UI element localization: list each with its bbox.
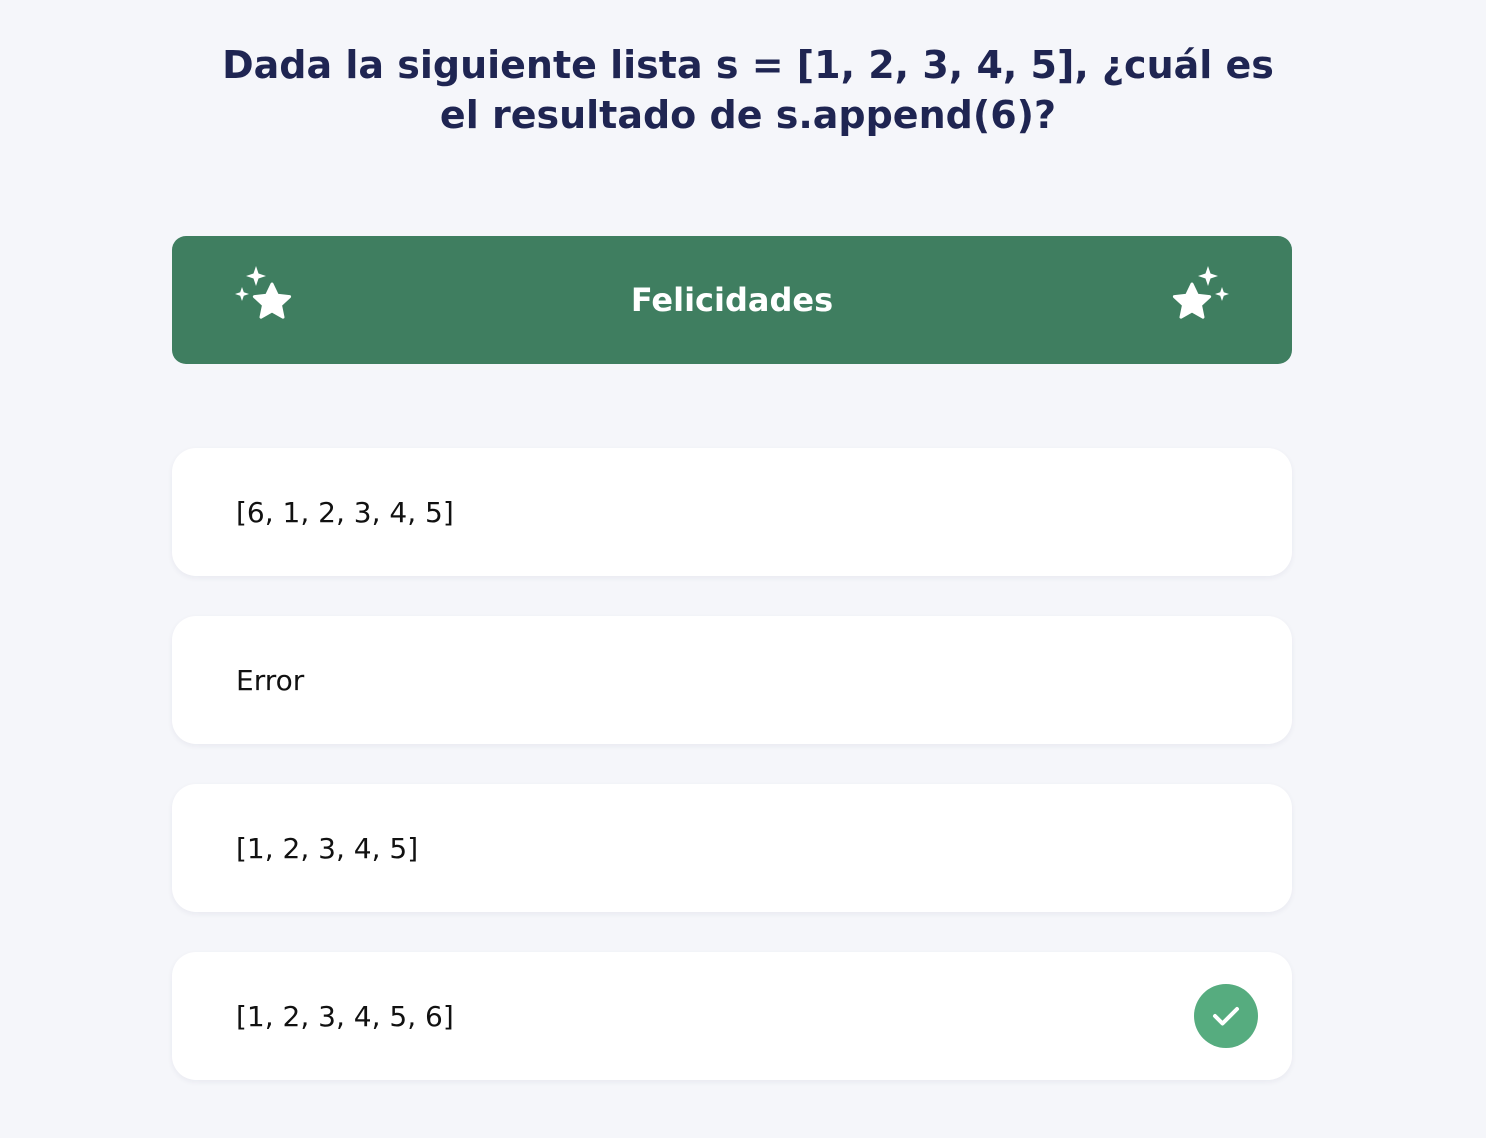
answer-option[interactable]: [6, 1, 2, 3, 4, 5]	[172, 448, 1292, 576]
sparkle-star-icon	[235, 266, 292, 319]
answer-option[interactable]: Error	[172, 616, 1292, 744]
answer-option-correct[interactable]: [1, 2, 3, 4, 5, 6]	[172, 952, 1292, 1080]
answer-option-label: [1, 2, 3, 4, 5, 6]	[236, 999, 454, 1033]
banner-title: Felicidades	[630, 281, 834, 319]
question-title: Dada la siguiente lista s = [1, 2, 3, 4,…	[222, 43, 1274, 137]
check-icon	[1194, 984, 1258, 1048]
answer-option-label: [6, 1, 2, 3, 4, 5]	[236, 495, 454, 529]
sparkle-star-icon	[1172, 266, 1229, 319]
answer-option[interactable]: [1, 2, 3, 4, 5]	[172, 784, 1292, 912]
answer-option-label: [1, 2, 3, 4, 5]	[236, 831, 419, 865]
result-banner: Felicidades	[172, 236, 1292, 364]
answer-option-label: Error	[236, 663, 305, 697]
